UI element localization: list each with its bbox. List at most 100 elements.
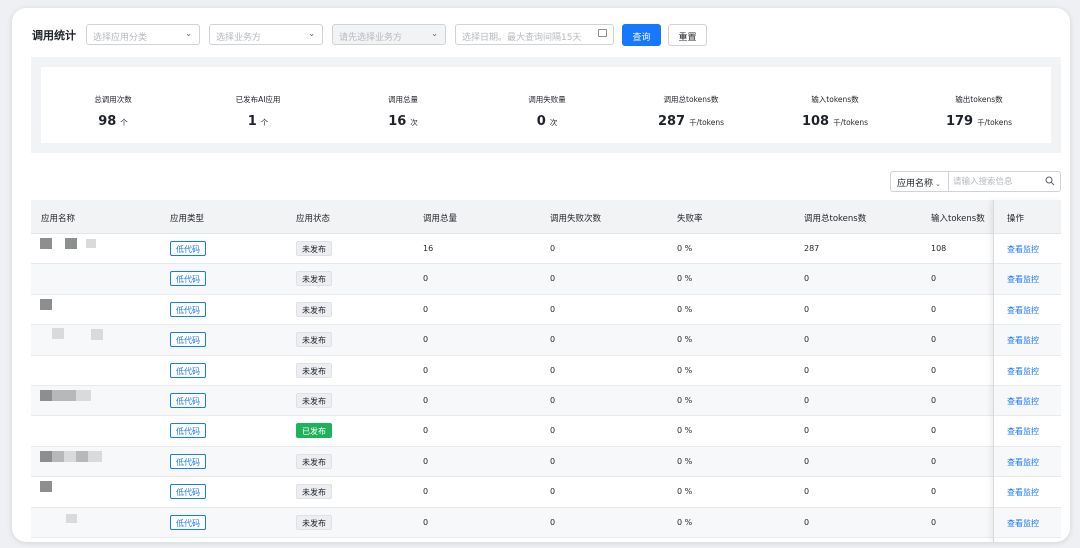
query-button[interactable]: 查询 [622, 24, 661, 46]
table-row: 低代码 未发布 0 0 0 % 0 0 查看监控 [31, 446, 1061, 478]
date-picker[interactable]: 选择日期。最大查询间隔15天 [455, 24, 614, 45]
stat-item: 已发布AI应用 1 个 [186, 67, 330, 143]
calls-cell: 0 [423, 365, 429, 375]
total-tokens-cell: 0 [804, 487, 810, 497]
app-select-placeholder: 请先选择业务方 [339, 33, 403, 43]
input-tokens-cell: 0 [931, 274, 937, 284]
search-field-select[interactable]: 应用名称 ⌄ [891, 172, 949, 191]
stat-value-row: 108 千/tokens [763, 110, 907, 129]
failures-cell: 0 [550, 244, 556, 253]
view-monitor-link[interactable]: 查看监控 [1007, 244, 1039, 255]
redacted-block [40, 481, 52, 493]
stats-section: 总调用次数 98 个已发布AI应用 1 个调用总量 16 次调用失败量 0 次调用总tokens… [31, 57, 1061, 153]
stat-item: 调用总tokens数 287 千/tokens [619, 67, 763, 143]
total-tokens-cell: 0 [804, 365, 810, 375]
view-monitor-link[interactable]: 查看监控 [1007, 457, 1039, 468]
table-row: 低代码 未发布 0 0 0 % 0 0 查看监控 [31, 325, 1061, 356]
failures-cell: 0 [550, 365, 556, 375]
app-type-tag: 低代码 [170, 393, 206, 408]
view-monitor-link[interactable]: 查看监控 [1007, 366, 1039, 377]
redacted-block [52, 390, 64, 401]
column-header: 调用总tokens数 [804, 214, 867, 224]
column-header: 输入tokens数 [931, 214, 985, 224]
total-tokens-cell: 0 [804, 396, 810, 405]
input-tokens-cell: 0 [931, 335, 937, 345]
stat-value-row: 1个 [186, 110, 330, 129]
stat-label: 已发布AI应用 [235, 95, 281, 104]
input-tokens-cell: 0 [931, 487, 937, 497]
failures-cell: 0 [550, 335, 556, 345]
app-category-select[interactable]: 选择应用分类 ⌄ [86, 24, 200, 45]
view-monitor-link[interactable]: 查看监控 [1007, 274, 1039, 285]
business-select[interactable]: 选择业务方 ⌄ [209, 24, 323, 45]
app-type-tag: 低代码 [170, 362, 206, 378]
calls-cell: 0 [423, 456, 429, 466]
total-tokens-cell: 0 [804, 335, 810, 345]
app-type-tag: 低代码 [170, 332, 206, 348]
date-placeholder: 选择日期。最大查询间隔15天 [462, 33, 582, 43]
view-monitor-link[interactable]: 查看监控 [1007, 426, 1039, 437]
stat-label: 输入tokens数 [811, 95, 859, 104]
failures-cell: 0 [550, 517, 556, 527]
app-status-tag: 未发布 [296, 332, 332, 348]
app-category-placeholder: 选择应用分类 [93, 33, 148, 43]
stat-value: 179 [945, 114, 974, 129]
view-monitor-link[interactable]: 查看监控 [1007, 487, 1039, 498]
input-tokens-cell: 108 [931, 244, 947, 253]
table-row: 低代码 未发布 0 0 0 % 0 0 查看监控 [31, 386, 1061, 417]
stats-card: 总调用次数 98 个已发布AI应用 1 个调用总量 16 次调用失败量 0 次调用总tokens… [41, 67, 1051, 143]
app-window: 调用统计 选择应用分类 ⌄ 选择业务方 ⌄ 请先选择业务方 ⌄ 选择日期。最大查… [12, 8, 1070, 542]
table-header: 应用名称 应用类型 应用状态 调用总量 调用失败次数 失败率 调用总tokens数 输入tok… [31, 200, 1061, 234]
redacted-block [76, 450, 88, 462]
search-icon[interactable] [1045, 176, 1055, 186]
failures-cell: 0 [550, 396, 556, 405]
stat-value-row: 0次 [475, 110, 619, 129]
view-monitor-link[interactable]: 查看监控 [1007, 335, 1039, 346]
reset-button[interactable]: 重置 [668, 24, 707, 46]
stat-value: 287 [657, 114, 686, 129]
app-select-disabled: 请先选择业务方 ⌄ [332, 24, 446, 45]
failures-cell: 0 [550, 487, 556, 497]
stat-value-row: 98 个 [41, 110, 185, 129]
app-stats-table: 应用名称 应用类型 应用状态 调用总量 调用失败次数 失败率 调用总tokens数 输入tok… [31, 200, 1061, 542]
column-header: 应用类型 [170, 214, 205, 224]
app-status-tag: 未发布 [296, 301, 332, 317]
view-monitor-link[interactable]: 查看监控 [1007, 305, 1039, 316]
view-monitor-link[interactable]: 查看监控 [1007, 396, 1039, 407]
calls-cell: 0 [423, 304, 429, 314]
stat-label: 调用总tokens数 [663, 95, 719, 104]
redacted-block [91, 329, 103, 341]
app-status-tag: 未发布 [296, 362, 332, 378]
app-type-tag: 低代码 [170, 514, 206, 530]
redacted-block [76, 390, 91, 401]
calls-cell: 0 [423, 396, 429, 405]
total-tokens-cell: 0 [804, 274, 810, 284]
redacted-block [52, 328, 64, 340]
app-status-tag: 未发布 [296, 453, 332, 469]
app-type-tag: 低代码 [170, 453, 206, 469]
fail-rate-cell: 0 % [677, 517, 693, 527]
redacted-block [66, 513, 77, 523]
app-type-tag: 低代码 [170, 241, 206, 256]
stat-value-row: 287 千/tokens [619, 110, 763, 129]
redacted-block [52, 450, 64, 462]
stat-item: 输入tokens数 108 千/tokens [763, 67, 907, 143]
column-header: 操作 [1007, 214, 1025, 224]
redacted-block [88, 450, 102, 462]
chevron-down-icon: ⌄ [935, 180, 941, 188]
stat-item: 输出tokens数 179 千/tokens [907, 67, 1051, 143]
stat-value: 16 [388, 114, 407, 129]
input-tokens-cell: 0 [931, 365, 937, 375]
search-input[interactable] [953, 175, 1043, 188]
total-tokens-cell: 287 [804, 244, 820, 253]
view-monitor-link[interactable]: 查看监控 [1007, 518, 1039, 529]
stat-unit: 次 [410, 118, 418, 127]
stat-item: 调用失败量 0 次 [475, 67, 619, 143]
stat-label: 调用总量 [388, 95, 418, 104]
failures-cell: 0 [550, 274, 556, 284]
calls-cell: 0 [423, 426, 429, 436]
page-title: 调用统计 [32, 29, 76, 42]
stat-unit: 千/tokens [689, 118, 725, 127]
stat-label: 调用失败量 [528, 95, 566, 104]
stat-item: 调用总量 16 次 [331, 67, 475, 143]
